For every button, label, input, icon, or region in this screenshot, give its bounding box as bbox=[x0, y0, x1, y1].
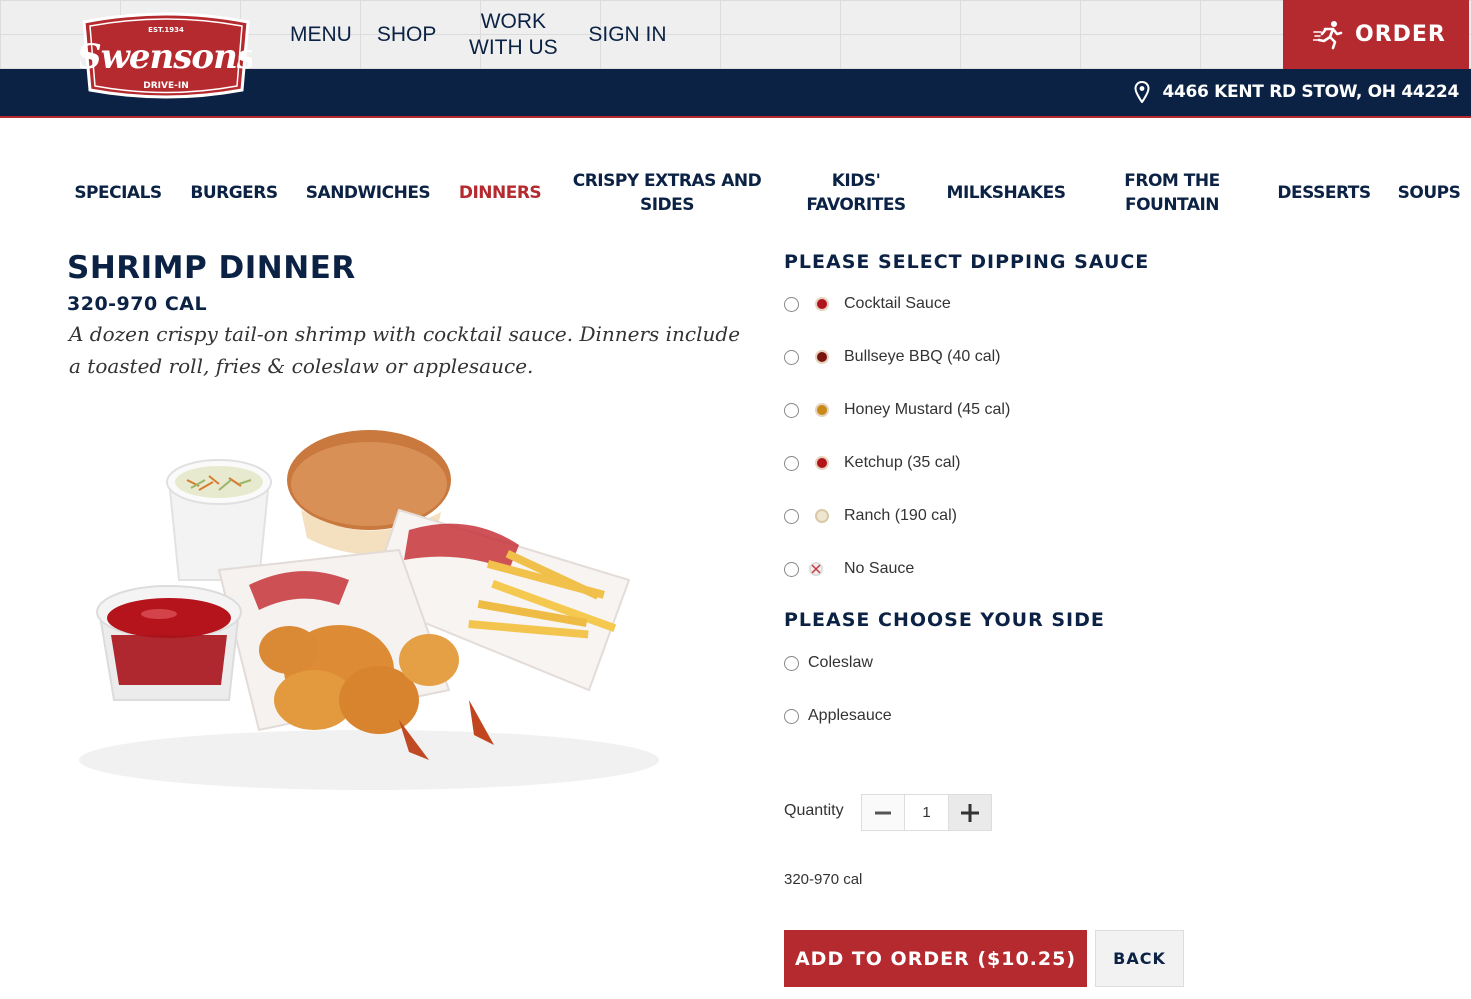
product-calories: 320-970 CAL bbox=[67, 293, 208, 315]
swensons-logo[interactable]: EST.1934 Swensons DRIVE-IN bbox=[77, 12, 257, 100]
crispy-line1: CRISPY EXTRAS AND bbox=[572, 171, 762, 191]
back-button[interactable]: BACK bbox=[1095, 930, 1184, 987]
side-label: Coleslaw bbox=[808, 654, 873, 671]
nav-sign-in[interactable]: SIGN IN bbox=[588, 22, 666, 48]
shrimp-dinner-image bbox=[79, 430, 659, 790]
sauce-radio-honey-mustard[interactable] bbox=[784, 402, 799, 418]
category-dinners[interactable]: DINNERS bbox=[456, 165, 544, 221]
sauce-radio-ranch[interactable] bbox=[784, 508, 799, 524]
cocktail-sauce-icon bbox=[815, 297, 829, 311]
sauce-label: Ranch (190 cal) bbox=[844, 507, 957, 524]
quantity-stepper: 1 bbox=[861, 794, 992, 831]
side-radio-applesauce[interactable] bbox=[784, 708, 799, 724]
sauce-radio-ketchup[interactable] bbox=[784, 455, 799, 471]
svg-text:Swensons: Swensons bbox=[80, 37, 252, 77]
sauce-label: Honey Mustard (45 cal) bbox=[844, 401, 1011, 418]
fountain-line2: FOUNTAIN bbox=[1124, 195, 1220, 215]
kids-line1: KIDS' bbox=[831, 171, 881, 191]
sauce-option-honey-mustard[interactable]: Honey Mustard (45 cal) bbox=[784, 399, 1010, 421]
sauce-label: Cocktail Sauce bbox=[844, 295, 951, 312]
svg-text:DRIVE-IN: DRIVE-IN bbox=[143, 81, 188, 91]
page: EST.1934 Swensons DRIVE-IN MENU SHOP WOR… bbox=[0, 0, 1471, 999]
quantity-label: Quantity bbox=[784, 802, 844, 819]
bbq-sauce-icon bbox=[815, 350, 829, 364]
sauce-option-ketchup[interactable]: Ketchup (35 cal) bbox=[784, 452, 961, 474]
category-from-the-fountain[interactable]: FROM THE FOUNTAIN bbox=[1117, 165, 1227, 221]
sauce-label: No Sauce bbox=[844, 560, 915, 577]
product-description: A dozen crispy tail-on shrimp with cockt… bbox=[69, 322, 741, 378]
top-nav: MENU SHOP WORK WITH US SIGN IN bbox=[290, 0, 667, 69]
crispy-line2: SIDES bbox=[639, 195, 695, 215]
order-label: ORDER bbox=[1355, 22, 1446, 47]
sauce-label: Bullseye BBQ (40 cal) bbox=[844, 348, 1001, 365]
category-soups[interactable]: SOUPS bbox=[1394, 165, 1464, 221]
sauce-option-no-sauce[interactable]: No Sauce bbox=[784, 558, 914, 580]
side-radio-coleslaw[interactable] bbox=[784, 655, 799, 671]
category-desserts[interactable]: DESSERTS bbox=[1277, 165, 1371, 221]
quantity-decrease-button[interactable] bbox=[862, 795, 905, 830]
sauce-radio-bbq[interactable] bbox=[784, 349, 799, 365]
side-option-applesauce[interactable]: Applesauce bbox=[784, 705, 892, 727]
calories-summary: 320-970 cal bbox=[784, 871, 863, 888]
sauce-radio-no-sauce[interactable] bbox=[784, 561, 799, 577]
add-to-order-button[interactable]: ADD TO ORDER ($10.25) bbox=[784, 930, 1087, 987]
side-option-coleslaw[interactable]: Coleslaw bbox=[784, 652, 873, 674]
category-sandwiches[interactable]: SANDWICHES bbox=[304, 165, 432, 221]
ranch-icon bbox=[815, 509, 829, 523]
sauce-option-bbq[interactable]: Bullseye BBQ (40 cal) bbox=[784, 346, 1001, 368]
sauce-label: Ketchup (35 cal) bbox=[844, 454, 961, 471]
location-text: 4466 KENT RD STOW, OH 44224 bbox=[1162, 82, 1459, 102]
running-man-icon bbox=[1313, 20, 1343, 49]
sauce-option-cocktail[interactable]: Cocktail Sauce bbox=[784, 293, 951, 315]
category-burgers[interactable]: BURGERS bbox=[188, 165, 280, 221]
nav-work-with-us[interactable]: WORK WITH US bbox=[466, 9, 560, 61]
store-location[interactable]: 4466 KENT RD STOW, OH 44224 bbox=[1134, 81, 1459, 103]
nav-work-line2: WITH US bbox=[469, 35, 558, 59]
product-title: SHRIMP DINNER bbox=[67, 250, 356, 286]
fountain-line1: FROM THE bbox=[1124, 171, 1220, 191]
quantity-value[interactable]: 1 bbox=[905, 795, 948, 830]
sauce-option-ranch[interactable]: Ranch (190 cal) bbox=[784, 505, 957, 527]
side-label: Applesauce bbox=[808, 707, 892, 724]
no-sauce-icon bbox=[809, 562, 823, 576]
plus-icon bbox=[961, 803, 979, 822]
nav-work-line1: WORK bbox=[480, 9, 547, 33]
category-kids-favorites[interactable]: KIDS' FAVORITES bbox=[801, 165, 911, 221]
category-specials[interactable]: SPECIALS bbox=[72, 165, 164, 221]
kids-line2: FAVORITES bbox=[806, 195, 906, 215]
category-milkshakes[interactable]: MILKSHAKES bbox=[945, 165, 1067, 221]
sauce-radio-cocktail[interactable] bbox=[784, 296, 799, 312]
nav-shop[interactable]: SHOP bbox=[377, 22, 437, 48]
product-photo bbox=[69, 400, 669, 800]
map-pin-icon bbox=[1134, 81, 1150, 103]
sauce-heading: PLEASE SELECT DIPPING SAUCE bbox=[784, 251, 1150, 273]
order-button[interactable]: ORDER bbox=[1283, 0, 1469, 69]
category-crispy-extras-and-sides[interactable]: CRISPY EXTRAS AND SIDES bbox=[572, 165, 762, 221]
ketchup-icon bbox=[815, 456, 829, 470]
category-nav: SPECIALS BURGERS SANDWICHES DINNERS CRIS… bbox=[0, 165, 1471, 221]
honey-mustard-icon bbox=[815, 403, 829, 417]
side-heading: PLEASE CHOOSE YOUR SIDE bbox=[784, 609, 1105, 631]
svg-text:EST.1934: EST.1934 bbox=[148, 26, 184, 34]
nav-menu[interactable]: MENU bbox=[290, 22, 352, 48]
minus-icon bbox=[875, 811, 891, 814]
quantity-increase-button[interactable] bbox=[948, 795, 991, 830]
